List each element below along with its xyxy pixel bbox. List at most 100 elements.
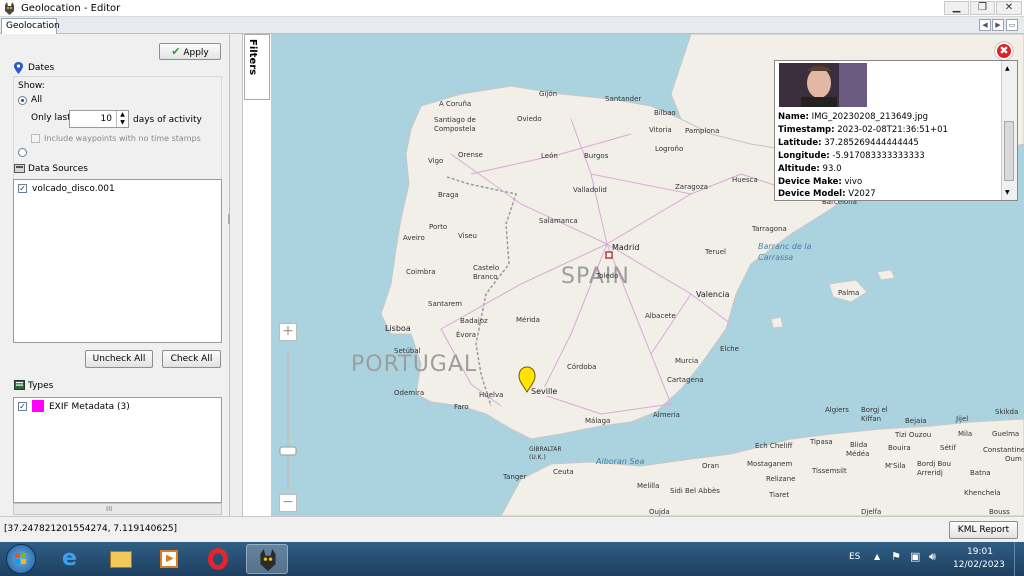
type-checkbox[interactable]: ✓: [18, 402, 27, 411]
taskbar-internet-explorer[interactable]: e: [52, 544, 94, 574]
tab-scroll-left-button[interactable]: ◀: [979, 19, 991, 31]
city-label: León: [541, 152, 558, 160]
city-label: Málaga: [585, 417, 611, 425]
days-spinner[interactable]: 10 ▲ ▼: [69, 110, 129, 128]
city-label: Sidi Bel Abbès: [670, 487, 720, 495]
tab-bar: Geolocation ◀ ▶ ▭: [0, 17, 1024, 34]
uncheck-all-button[interactable]: Uncheck All: [85, 350, 153, 368]
city-label: GIBRALTAR (U.K.): [529, 446, 562, 461]
language-indicator[interactable]: ES: [849, 552, 860, 562]
city-label: Bouira: [888, 444, 911, 452]
city-label: Médéa: [846, 450, 870, 458]
volume-icon[interactable]: 🔊︎: [929, 550, 936, 564]
action-center-flag-icon[interactable]: ⚑: [891, 550, 901, 563]
tab-scroll-right-button[interactable]: ▶: [992, 19, 1004, 31]
panel-splitter[interactable]: [230, 34, 243, 516]
dates-header: Dates: [28, 63, 55, 73]
city-label: Bilbao: [654, 109, 676, 117]
days-suffix: days of activity: [133, 115, 202, 125]
taskbar-media-player[interactable]: ▶: [148, 544, 190, 574]
tab-geolocation[interactable]: Geolocation: [1, 18, 60, 34]
clock-time[interactable]: 19:01: [967, 547, 993, 557]
data-source-label: volcado_disco.001: [32, 184, 115, 194]
close-icon: ✖: [999, 44, 1009, 57]
check-all-label: Check All: [170, 354, 213, 364]
chevron-left-icon: ◀: [982, 21, 988, 29]
status-bar: [37.247821201554274, 7.119140625] KML Re…: [0, 516, 1024, 542]
close-window-button[interactable]: ✕: [996, 1, 1022, 15]
popup-scrollbar[interactable]: ▲ ▼: [1001, 61, 1017, 200]
field-label: Device Make:: [778, 177, 842, 187]
city-label: Tizi Ouzou: [895, 431, 932, 439]
city-label: Djelfa: [861, 508, 882, 516]
field-label: Altitude:: [778, 164, 820, 174]
taskbar-autopsy[interactable]: [246, 544, 288, 574]
taskbar-file-explorer[interactable]: [100, 544, 142, 574]
city-label: Algiers: [825, 406, 849, 414]
network-icon[interactable]: ▣: [910, 550, 920, 563]
media-player-icon: ▶: [160, 550, 178, 568]
all-radio[interactable]: [18, 96, 27, 105]
city-label: Oujda: [649, 508, 670, 516]
city-label: Skikda: [995, 408, 1019, 416]
maximize-button[interactable]: ❐: [970, 1, 995, 15]
zoom-out-button[interactable]: −: [279, 494, 297, 512]
field-value: 93.0: [822, 164, 842, 174]
cursor-coordinates: [37.247821201554274, 7.119140625]: [4, 524, 178, 534]
folder-icon: [110, 551, 132, 568]
city-label: Valencia: [696, 290, 730, 299]
chevron-up-icon[interactable]: ▲: [1005, 65, 1010, 72]
popup-timestamp-row: Timestamp: 2023-02-08T21:36:51+01: [778, 125, 948, 135]
sea-label-alboran: Alboran Sea: [596, 457, 645, 466]
city-label: Palma: [838, 289, 860, 297]
start-button[interactable]: [6, 544, 36, 574]
show-desktop-button[interactable]: [1014, 542, 1024, 576]
popup-scroll-thumb[interactable]: [1004, 121, 1014, 181]
city-label: Santiago de Compostela: [434, 116, 476, 133]
popup-device-model-row: Device Model: V2027: [778, 189, 876, 199]
field-label: Device Model:: [778, 189, 846, 199]
city-label: Gijón: [539, 90, 558, 98]
spinner-up-button[interactable]: ▲: [116, 111, 128, 119]
minimize-button[interactable]: ▁: [944, 1, 969, 15]
city-label: Bejaia: [905, 417, 927, 425]
spinner-down-button[interactable]: ▼: [116, 119, 128, 127]
windows-logo-icon: [15, 553, 26, 564]
city-label: Murcia: [675, 357, 699, 365]
city-label: Oran: [702, 462, 720, 470]
city-label: Tissemsilt: [812, 467, 847, 475]
city-label: Mostaganem: [747, 460, 793, 468]
minus-icon: −: [282, 494, 294, 510]
apply-label: Apply: [183, 48, 209, 58]
taskbar-opera[interactable]: [198, 544, 240, 574]
tray-expand-icon[interactable]: ▲: [874, 552, 880, 561]
horizontal-scrollbar[interactable]: III: [13, 503, 222, 515]
capital-marker: [605, 251, 613, 259]
city-label: Odemira: [394, 389, 425, 397]
popup-close-button[interactable]: ✖: [995, 42, 1013, 60]
clock-date[interactable]: 12/02/2023: [953, 560, 1005, 570]
city-label: Lisboa: [385, 324, 411, 333]
filters-tab[interactable]: Filters: [244, 34, 270, 100]
city-label: Borgj el Kiffan: [861, 406, 888, 423]
include-no-timestamp-checkbox[interactable]: [31, 134, 40, 143]
city-label: Santander: [605, 95, 642, 103]
zoom-in-button[interactable]: +: [279, 323, 297, 341]
city-label: Salamanca: [539, 217, 578, 225]
chevron-right-icon: ▶: [995, 21, 1001, 29]
city-label: Batna: [970, 469, 991, 477]
check-all-button[interactable]: Check All: [162, 350, 221, 368]
tab-list-button[interactable]: ▭: [1006, 19, 1018, 31]
taskbar: e ▶ ES ▲ ⚑ ▣ 🔊︎ 19:01 12/02/2023: [0, 542, 1024, 576]
restore-icon: ❐: [978, 2, 987, 13]
city-label: Almeria: [653, 411, 680, 419]
field-value: 2023-02-08T21:36:51+01: [837, 125, 948, 135]
data-source-checkbox[interactable]: ✓: [18, 184, 27, 193]
chevron-down-icon[interactable]: ▼: [1005, 189, 1010, 196]
city-label: Coimbra: [406, 268, 436, 276]
kml-report-button[interactable]: KML Report: [949, 521, 1018, 539]
type-color-swatch: [32, 400, 44, 412]
only-last-label: Only last: [31, 113, 71, 123]
only-last-radio[interactable]: [18, 148, 27, 157]
apply-button[interactable]: ✔ Apply: [159, 43, 221, 60]
